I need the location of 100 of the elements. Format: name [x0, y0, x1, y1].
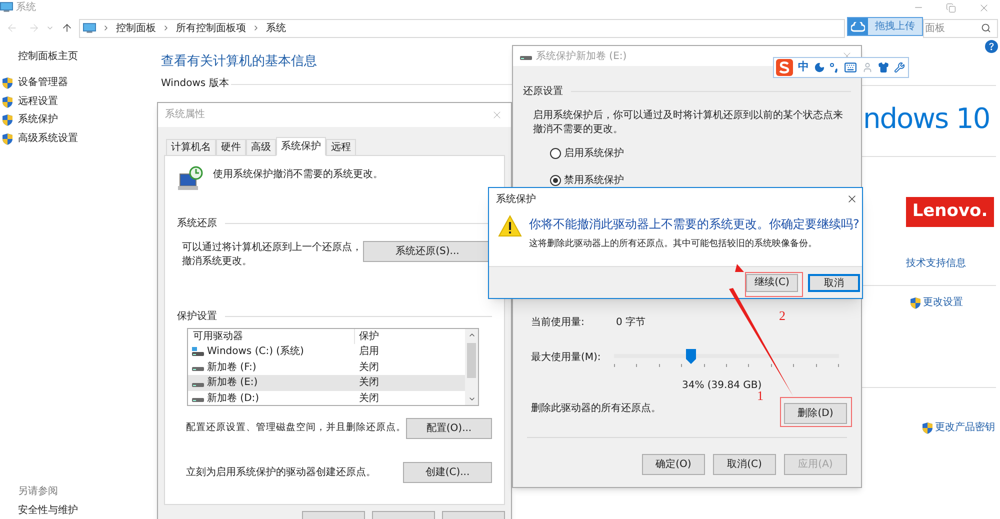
dialog-button[interactable]: 取消 [808, 274, 860, 292]
lenovo-logo: Lenovo. [906, 197, 994, 227]
protection-status: 关闭 [358, 392, 379, 406]
address-bar[interactable]: 控制面板 所有控制面板项 系统 [79, 18, 845, 38]
sidebar-item[interactable]: 远程设置 [18, 96, 58, 108]
support-link[interactable]: 技术支持信息 [906, 258, 996, 270]
page-heading: 查看有关计算机的基本信息 [161, 54, 317, 70]
drive-row[interactable]: 新加卷 (F:) 关闭 [188, 360, 465, 376]
computer-icon [83, 22, 96, 34]
usage-label: 当前使用量: [531, 316, 586, 330]
protection-status: 关闭 [358, 360, 379, 375]
shield-icon [922, 422, 933, 434]
breadcrumb[interactable]: 所有控制面板项 [176, 20, 246, 36]
usage-reading: 34% (39.84 GB) [682, 379, 763, 391]
restore-description: 可以通过将计算机还原到上一个还原点，撤消系统更改。 [182, 241, 362, 270]
group-title: 还原设置 [523, 84, 563, 99]
punctuation-icon[interactable] [830, 62, 839, 72]
windows-logo: ndows 10 [863, 101, 991, 137]
separator-icon [102, 24, 110, 32]
shield-icon [2, 132, 13, 145]
drive-name: Windows (C:) (系统) [207, 344, 304, 360]
change-settings-link[interactable]: 更改设置 [923, 297, 963, 309]
group-title: 系统还原 [177, 216, 217, 232]
create-text: 立刻为启用系统保护的驱动器创建还原点。 [186, 466, 376, 480]
drive-name: 新加卷 (F:) [207, 360, 256, 375]
restore-settings-description: 启用系统保护后，你可以通过及时将计算机还原到以前的某个状态点来撤消不需要的更改。 [532, 109, 844, 137]
configure-text: 配置还原设置、管理磁盘空间，并且删除还原点。 [186, 421, 406, 436]
up-icon[interactable] [61, 22, 73, 34]
drive-icon [192, 346, 204, 357]
input-mode[interactable]: 中 [798, 59, 809, 76]
sidebar-link[interactable]: 控制面板主页 [18, 51, 157, 63]
sidebar-item[interactable]: 系统保护 [18, 114, 58, 126]
step-number: 1 [757, 388, 764, 405]
alert-detail: 这将删除此驱动器上的所有还原点。其中可能包括较旧的系统映像备份。 [529, 238, 818, 251]
radio-label: 启用系统保护 [564, 146, 624, 161]
breadcrumb[interactable]: 系统 [266, 20, 286, 36]
breadcrumb[interactable]: 控制面板 [116, 20, 156, 36]
dialog-button[interactable]: 继续(C) [746, 274, 798, 292]
drive-name: 新加卷 (D:) [207, 392, 260, 406]
group-title: 保护设置 [177, 310, 217, 324]
tab[interactable]: 硬件 [216, 139, 246, 156]
shield-icon [910, 297, 921, 309]
warning-icon [498, 215, 522, 237]
drive-row[interactable]: 新加卷 (D:) 关闭 [188, 390, 465, 406]
close-icon[interactable] [846, 193, 858, 205]
dialog-title: 系统保护新加卷 (E:) [536, 50, 627, 64]
configure-button[interactable]: 配置(O)... [406, 418, 492, 440]
wrench-icon[interactable] [894, 62, 905, 73]
create-button[interactable]: 创建(C)... [403, 462, 492, 484]
section-label: Windows 版本 [161, 78, 229, 90]
tab[interactable]: 计算机名 [166, 139, 216, 156]
change-key-link[interactable]: 更改产品密钥 [935, 422, 995, 434]
separator-icon [162, 24, 170, 32]
help-icon[interactable] [985, 40, 998, 53]
window-title: 系统 [16, 2, 36, 14]
shirt-icon[interactable] [878, 62, 889, 73]
see-also-link[interactable]: 安全性与维护 [18, 505, 157, 517]
moon-icon[interactable] [814, 62, 825, 73]
usage-value: 0 字节 [616, 316, 646, 330]
drive-name: 新加卷 (E:) [207, 376, 258, 390]
column-header[interactable]: 保护 [355, 329, 379, 344]
radio-button[interactable] [550, 175, 561, 186]
drive-row[interactable]: Windows (C:) (系统) 启用 [188, 344, 465, 360]
system-protection-icon [177, 166, 203, 192]
dialog-button[interactable]: 取消(C) [713, 454, 776, 475]
column-header[interactable]: 可用驱动器 [188, 329, 355, 344]
sidebar-item[interactable]: 设备管理器 [18, 77, 68, 90]
keyboard-icon[interactable] [844, 61, 857, 74]
shield-icon [2, 114, 13, 126]
protection-status: 启用 [358, 344, 379, 360]
alert-message: 你将不能撤消此驱动器上不需要的系统更改。你确定要继续吗? [529, 216, 860, 233]
shield-icon [2, 77, 13, 90]
radio-label: 禁用系统保护 [564, 174, 624, 188]
search-field[interactable]: 面板 [923, 18, 998, 38]
ime-logo-icon[interactable] [776, 59, 793, 76]
dialog-button[interactable]: 确定(O) [642, 454, 705, 475]
radio-button[interactable] [550, 148, 561, 159]
drive-row[interactable]: 新加卷 (E:) 关闭 [188, 375, 465, 391]
see-also-title: 另请参阅 [18, 486, 59, 498]
sidebar-item[interactable]: 高级系统设置 [18, 132, 78, 145]
highlight-box [745, 272, 803, 297]
protection-status: 关闭 [358, 376, 379, 390]
shield-icon [2, 96, 13, 108]
scrollbar[interactable] [465, 329, 478, 406]
tab[interactable]: 系统保护 [276, 137, 326, 156]
tab[interactable]: 远程 [326, 139, 356, 156]
search-icon[interactable] [981, 23, 991, 33]
max-usage-label: 最大使用量(M): [531, 350, 602, 365]
dialog-title: 系统属性 [165, 108, 205, 122]
delete-button[interactable]: 删除(D) [784, 403, 847, 424]
separator-icon [252, 24, 260, 32]
dialog-title: 系统保护 [496, 192, 536, 206]
intro-text: 使用系统保护撤消不需要的系统更改。 [213, 168, 383, 182]
step-number: 2 [779, 307, 786, 325]
slider-thumb[interactable] [686, 349, 696, 364]
computer-icon [0, 2, 13, 13]
cloud-icon [851, 22, 865, 32]
highlight-box [780, 397, 852, 427]
tab[interactable]: 高级 [246, 139, 276, 156]
restore-icon[interactable] [946, 2, 956, 12]
